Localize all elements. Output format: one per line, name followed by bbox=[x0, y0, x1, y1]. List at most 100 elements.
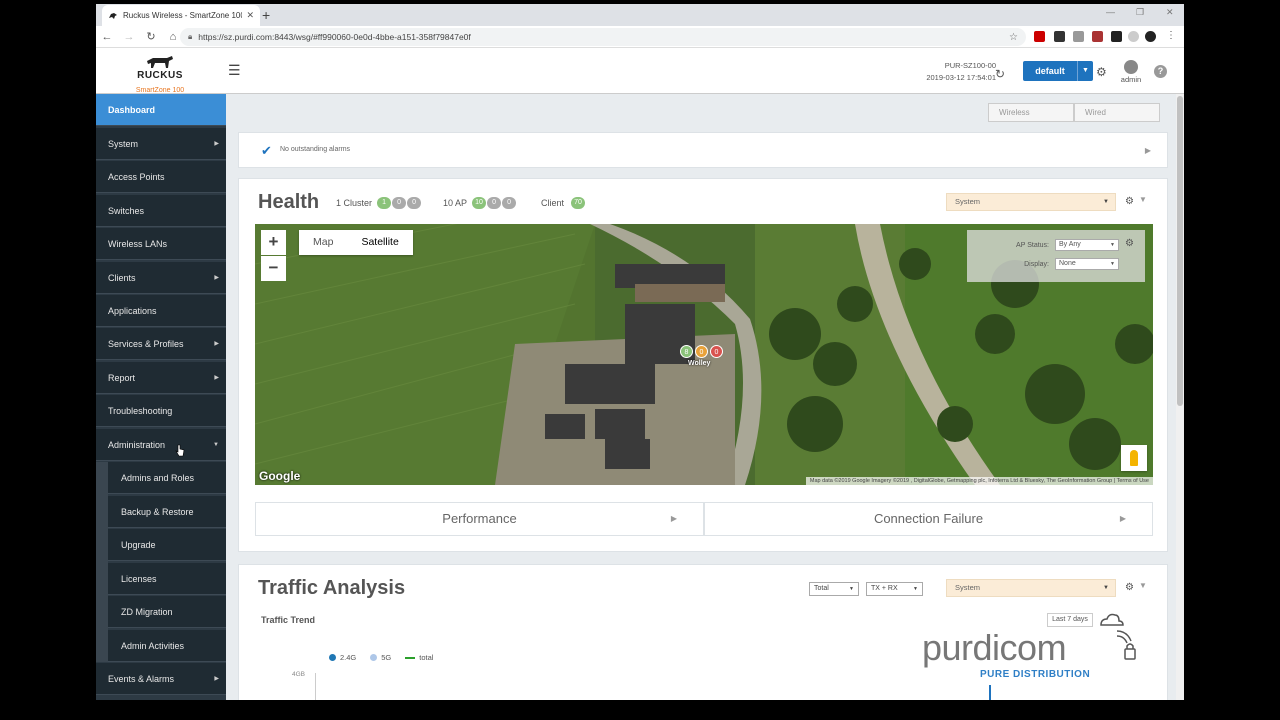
refresh-icon[interactable]: ↻ bbox=[995, 67, 1005, 81]
maximize-icon[interactable]: ❐ bbox=[1136, 7, 1144, 18]
wired-toggle[interactable]: Wired bbox=[1074, 103, 1160, 122]
traffic-collapse-icon[interactable]: ▼ bbox=[1139, 581, 1147, 590]
traffic-settings-gear-icon[interactable]: ⚙ bbox=[1125, 582, 1134, 593]
profile-avatar-icon[interactable] bbox=[1145, 31, 1156, 42]
sidebar-item-clients[interactable]: Clients ▶ bbox=[96, 262, 226, 294]
extension-icon-3[interactable] bbox=[1073, 31, 1084, 42]
traffic-direction-select[interactable]: TX + RX ▼ bbox=[866, 582, 923, 596]
sidebar-item-upgrade[interactable]: Upgrade bbox=[108, 529, 226, 561]
tab-close-icon[interactable]: ✕ bbox=[246, 10, 254, 21]
user-avatar-icon bbox=[1124, 60, 1138, 74]
sidebar: Dashboard System ▶ Access Points Switches… bbox=[96, 94, 226, 700]
marker-flagged-count: 0 bbox=[695, 345, 708, 358]
watermark-name: purdicom bbox=[922, 627, 1067, 668]
map-type-control: Map Satellite bbox=[299, 230, 413, 255]
ap-status-label: AP Status: bbox=[1016, 241, 1049, 249]
satellite-map[interactable]: + − Map Satellite AP Status: By Any ▼ Dis… bbox=[255, 224, 1153, 485]
sidebar-item-administration[interactable]: Administration ▼ bbox=[96, 429, 226, 461]
submenu-indent bbox=[96, 462, 108, 662]
sidebar-item-switches[interactable]: Switches bbox=[96, 195, 226, 227]
legend-item-total[interactable]: total bbox=[405, 653, 433, 662]
display-select[interactable]: None ▼ bbox=[1055, 258, 1119, 270]
sidebar-item-backup-restore[interactable]: Backup & Restore bbox=[108, 496, 226, 528]
window-close-icon[interactable]: ✕ bbox=[1166, 7, 1174, 18]
legend-dot bbox=[329, 654, 336, 661]
minimize-icon[interactable]: — bbox=[1106, 7, 1115, 17]
forward-icon[interactable]: → bbox=[118, 31, 140, 43]
caret-down-icon: ▼ bbox=[913, 586, 918, 592]
main-scrollbar[interactable] bbox=[1176, 94, 1184, 700]
expand-arrow-icon: ▶ bbox=[214, 375, 219, 381]
legend-item-24g[interactable]: 2.4G bbox=[329, 653, 356, 662]
health-settings-gear-icon[interactable]: ⚙ bbox=[1125, 196, 1134, 207]
reload-icon[interactable]: ↻ bbox=[140, 30, 162, 43]
ap-summary: 10 AP 10 0 0 bbox=[443, 197, 517, 209]
browser-tab[interactable]: Ruckus Wireless - SmartZone 100 ✕ bbox=[102, 5, 260, 26]
zoom-out-button[interactable]: − bbox=[261, 256, 286, 281]
caret-down-icon: ▼ bbox=[1103, 585, 1109, 591]
connection-failure-panel[interactable]: Connection Failure ▶ bbox=[704, 502, 1153, 536]
bookmark-star-icon[interactable]: ☆ bbox=[1009, 32, 1018, 43]
sidebar-item-zd-migration[interactable]: ZD Migration bbox=[108, 596, 226, 628]
wireless-toggle[interactable]: Wireless bbox=[988, 103, 1074, 122]
sidebar-item-troubleshooting[interactable]: Troubleshooting bbox=[96, 395, 226, 427]
ruckus-logo[interactable]: RUCKUS SmartZone 100 bbox=[128, 55, 192, 94]
expand-connection-failure-icon[interactable]: ▶ bbox=[1120, 503, 1126, 535]
sidebar-item-applications[interactable]: Applications bbox=[96, 295, 226, 327]
lock-icon: 🔒︎ bbox=[188, 32, 193, 41]
settings-gear-icon[interactable]: ⚙ bbox=[1096, 65, 1107, 79]
domain-selector-button[interactable]: default ▼ bbox=[1023, 61, 1093, 81]
ap-cluster-marker[interactable]: 8 0 0 bbox=[680, 345, 725, 358]
scrollbar-thumb[interactable] bbox=[1177, 96, 1183, 406]
browser-menu-icon[interactable]: ⋮ bbox=[1166, 30, 1176, 41]
traffic-metric-select[interactable]: Total ▼ bbox=[809, 582, 859, 596]
satellite-view-button[interactable]: Satellite bbox=[347, 230, 412, 255]
new-tab-button[interactable]: + bbox=[262, 7, 270, 23]
extension-icon-6[interactable] bbox=[1128, 31, 1139, 42]
sidebar-item-access-points[interactable]: Access Points bbox=[96, 161, 226, 193]
expand-performance-icon[interactable]: ▶ bbox=[671, 503, 677, 535]
traffic-legend: 2.4G 5G total bbox=[329, 653, 447, 662]
map-view-button[interactable]: Map bbox=[299, 230, 347, 255]
brand-name: RUCKUS bbox=[137, 70, 183, 81]
performance-panel[interactable]: Performance ▶ bbox=[255, 502, 704, 536]
traffic-scope-select[interactable]: System ▼ bbox=[946, 579, 1116, 597]
alarm-panel: ✔ No outstanding alarms ▶ bbox=[238, 132, 1168, 168]
health-collapse-icon[interactable]: ▼ bbox=[1139, 195, 1147, 204]
google-logo: Google bbox=[259, 469, 301, 483]
expand-alarms-icon[interactable]: ▶ bbox=[1145, 146, 1151, 155]
sidebar-item-admin-activities[interactable]: Admin Activities bbox=[108, 630, 226, 662]
help-icon[interactable]: ? bbox=[1154, 65, 1167, 78]
sidebar-item-services-profiles[interactable]: Services & Profiles ▶ bbox=[96, 328, 226, 360]
health-title: Health bbox=[258, 191, 320, 213]
sidebar-item-admins-and-roles[interactable]: Admins and Roles bbox=[108, 462, 226, 494]
hamburger-menu-icon[interactable]: ☰ bbox=[228, 62, 241, 79]
street-view-pegman-icon[interactable] bbox=[1121, 445, 1147, 471]
zoom-in-button[interactable]: + bbox=[261, 230, 286, 255]
marker-label: Wolley bbox=[688, 360, 711, 367]
hostname: PUR-SZ100-00 bbox=[944, 61, 996, 70]
extension-icon-5[interactable] bbox=[1111, 31, 1122, 42]
user-menu[interactable]: admin bbox=[1120, 60, 1142, 84]
caret-down-icon: ▼ bbox=[1077, 61, 1093, 81]
back-icon[interactable]: ← bbox=[96, 31, 118, 43]
sidebar-item-dashboard[interactable]: Dashboard bbox=[96, 94, 226, 126]
map-settings-gear-icon[interactable]: ⚙ bbox=[1125, 238, 1134, 249]
sidebar-item-system[interactable]: System ▶ bbox=[96, 128, 226, 160]
chart-marker bbox=[989, 685, 991, 700]
tab-title: Ruckus Wireless - SmartZone 100 bbox=[123, 11, 243, 20]
ap-status-select[interactable]: By Any ▼ bbox=[1055, 239, 1119, 251]
sidebar-item-report[interactable]: Report ▶ bbox=[96, 362, 226, 394]
health-scope-select[interactable]: System ▼ bbox=[946, 193, 1116, 211]
extension-icon-1[interactable] bbox=[1034, 31, 1045, 42]
sidebar-item-licenses[interactable]: Licenses bbox=[108, 563, 226, 595]
extension-icon-4[interactable] bbox=[1092, 31, 1103, 42]
extension-icon-2[interactable] bbox=[1054, 31, 1065, 42]
sidebar-item-events-alarms[interactable]: Events & Alarms ▶ bbox=[96, 663, 226, 695]
legend-line bbox=[405, 656, 416, 659]
dog-logo-icon bbox=[147, 56, 173, 68]
legend-item-5g[interactable]: 5G bbox=[370, 653, 391, 662]
caret-down-icon: ▼ bbox=[849, 586, 854, 592]
sidebar-item-wireless-lans[interactable]: Wireless LANs bbox=[96, 228, 226, 260]
address-bar[interactable]: 🔒︎ https://sz.purdi.com:8443/wsg/#ff9900… bbox=[180, 28, 1026, 46]
